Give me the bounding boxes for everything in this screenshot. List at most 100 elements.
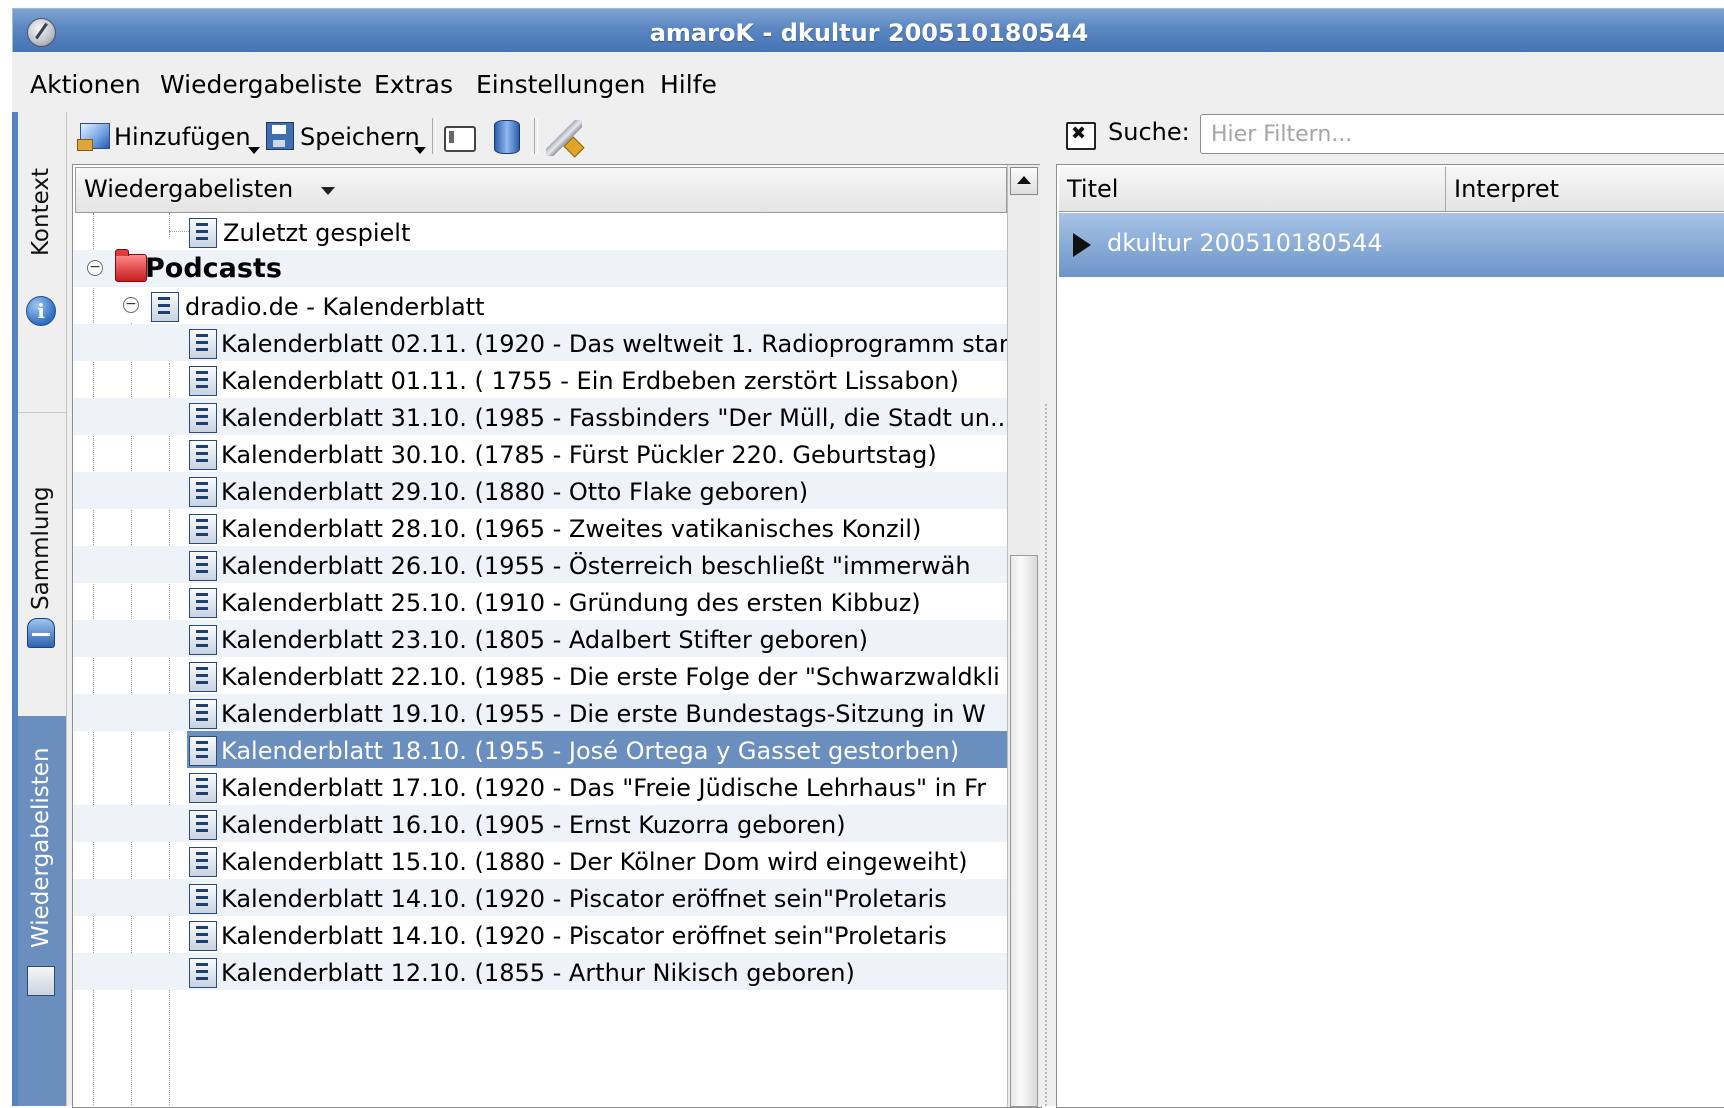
podcast-episode-icon bbox=[189, 699, 217, 729]
menu-hilfe[interactable]: Hilfe bbox=[660, 70, 717, 99]
episode-label: Kalenderblatt 14.10. (1920 - Piscator er… bbox=[221, 885, 947, 913]
podcast-episode-icon bbox=[189, 514, 217, 544]
episode-label: Kalenderblatt 29.10. (1880 - Otto Flake … bbox=[221, 478, 809, 506]
save-button-label: Speichern bbox=[300, 123, 420, 151]
podcast-episode-icon bbox=[189, 773, 217, 803]
podcast-episode[interactable]: Kalenderblatt 28.10. (1965 - Zweites vat… bbox=[73, 509, 1007, 546]
episode-label: Kalenderblatt 18.10. (1955 - José Ortega… bbox=[221, 737, 960, 765]
clear-filter-icon[interactable] bbox=[1066, 122, 1096, 150]
podcast-episode[interactable]: Kalenderblatt 23.10. (1805 - Adalbert St… bbox=[73, 620, 1007, 657]
playlist-track-title: dkultur 200510180544 bbox=[1107, 229, 1383, 257]
podcast-channel-icon bbox=[151, 292, 179, 322]
podcast-episode[interactable]: Kalenderblatt 02.11. (1920 - Das weltwei… bbox=[73, 324, 1007, 361]
tab-wiedergabelisten[interactable]: Wiedergabelisten bbox=[18, 716, 66, 1106]
tree-item-label: dradio.de - Kalenderblatt bbox=[185, 293, 485, 321]
toolbar-separator bbox=[534, 118, 538, 154]
info-icon: i bbox=[26, 296, 56, 326]
episode-label: Kalenderblatt 16.10. (1905 - Ernst Kuzor… bbox=[221, 811, 846, 839]
tab-kontext-label: Kontext bbox=[28, 168, 54, 256]
episode-label: Kalenderblatt 19.10. (1955 - Die erste B… bbox=[221, 700, 986, 728]
podcast-episode-icon bbox=[189, 847, 217, 877]
episode-label: Kalenderblatt 30.10. (1785 - Fürst Pückl… bbox=[221, 441, 937, 469]
scrollbar-thumb[interactable] bbox=[1010, 555, 1038, 1107]
podcast-episode[interactable]: Kalenderblatt 26.10. (1955 - Österreich … bbox=[73, 546, 1007, 583]
tree-item-label: Zuletzt gespielt bbox=[223, 219, 411, 247]
podcast-episode[interactable]: Kalenderblatt 16.10. (1905 - Ernst Kuzor… bbox=[73, 805, 1007, 842]
podcast-episode[interactable]: Kalenderblatt 22.10. (1985 - Die erste F… bbox=[73, 657, 1007, 694]
database-icon[interactable] bbox=[494, 120, 520, 154]
panel-splitter[interactable] bbox=[1040, 164, 1054, 1106]
tree-connector bbox=[169, 231, 189, 232]
podcast-episode[interactable]: Kalenderblatt 30.10. (1785 - Fürst Pückl… bbox=[73, 435, 1007, 472]
smart-playlist-icon bbox=[189, 218, 217, 248]
podcast-episode-icon bbox=[189, 921, 217, 951]
tree-item-podcast-feed[interactable]: − dradio.de - Kalenderblatt bbox=[73, 287, 1007, 324]
view-mode-icon[interactable] bbox=[444, 126, 476, 152]
play-indicator-icon bbox=[1073, 233, 1091, 257]
collapse-icon[interactable]: − bbox=[123, 297, 139, 313]
menu-bar: Aktionen Wiedergabeliste Extras Einstell… bbox=[12, 52, 1724, 112]
column-header-artist[interactable]: Interpret bbox=[1446, 167, 1724, 211]
podcast-episode[interactable]: Kalenderblatt 14.10. (1920 - Piscator er… bbox=[73, 879, 1007, 916]
episode-label: Kalenderblatt 02.11. (1920 - Das weltwei… bbox=[221, 330, 1007, 358]
podcast-episode-icon bbox=[189, 551, 217, 581]
menu-extras[interactable]: Extras bbox=[374, 70, 453, 99]
save-button[interactable]: Speichern bbox=[266, 118, 426, 156]
podcast-episode-icon bbox=[189, 884, 217, 914]
add-dropdown-arrow-icon[interactable] bbox=[248, 147, 260, 154]
podcast-episode-icon bbox=[189, 366, 217, 396]
episode-label: Kalenderblatt 22.10. (1985 - Die erste F… bbox=[221, 663, 1000, 691]
podcast-episode[interactable]: Kalenderblatt 14.10. (1920 - Piscator er… bbox=[73, 916, 1007, 953]
podcast-episode-icon bbox=[189, 625, 217, 655]
podcast-episode-selected[interactable]: Kalenderblatt 18.10. (1955 - José Ortega… bbox=[73, 731, 1007, 768]
tab-sammlung[interactable]: Sammlung bbox=[18, 412, 66, 717]
add-button-label: Hinzufügen bbox=[114, 123, 251, 151]
tree-item-podcasts[interactable]: − Podcasts bbox=[73, 249, 1007, 287]
column-header-title[interactable]: Titel bbox=[1059, 167, 1446, 211]
tree-item-label: Podcasts bbox=[145, 253, 282, 284]
menu-einstellungen[interactable]: Einstellungen bbox=[476, 70, 645, 99]
add-button[interactable]: Hinzufügen bbox=[77, 118, 260, 156]
playlist-row-current[interactable]: dkultur 200510180544 bbox=[1059, 213, 1724, 277]
playlist-header: Titel Interpret bbox=[1059, 167, 1724, 212]
collapse-icon[interactable]: − bbox=[87, 260, 103, 276]
podcast-episode[interactable]: Kalenderblatt 25.10. (1910 - Gründung de… bbox=[73, 583, 1007, 620]
podcast-episode[interactable]: Kalenderblatt 15.10. (1880 - Der Kölner … bbox=[73, 842, 1007, 879]
podcast-episode-icon bbox=[189, 440, 217, 470]
podcast-episode[interactable]: Kalenderblatt 01.11. ( 1755 - Ein Erdbeb… bbox=[73, 361, 1007, 398]
tree-item-recently-played[interactable]: Zuletzt gespielt bbox=[73, 213, 1007, 250]
scroll-up-arrow-icon[interactable] bbox=[1010, 167, 1038, 195]
search-input[interactable] bbox=[1200, 114, 1724, 154]
menu-wiedergabeliste[interactable]: Wiedergabeliste bbox=[160, 70, 362, 99]
browser-scrollbar[interactable] bbox=[1007, 165, 1040, 1107]
episode-label: Kalenderblatt 17.10. (1920 - Das "Freie … bbox=[221, 774, 987, 802]
podcast-episode-icon bbox=[189, 403, 217, 433]
tab-kontext[interactable]: Kontext i bbox=[18, 112, 66, 413]
add-icon bbox=[77, 123, 110, 151]
podcast-episode-icon bbox=[189, 662, 217, 692]
configure-wrench-icon[interactable] bbox=[546, 120, 582, 156]
title-bar[interactable]: amaroK - dkultur 200510180544 bbox=[12, 8, 1724, 53]
save-dropdown-arrow-icon[interactable] bbox=[414, 147, 426, 154]
episode-label: Kalenderblatt 14.10. (1920 - Piscator er… bbox=[221, 922, 947, 950]
playlist-icon bbox=[27, 966, 55, 996]
save-icon bbox=[266, 122, 294, 150]
menu-aktionen[interactable]: Aktionen bbox=[30, 70, 141, 99]
browser-toolbar: Hinzufügen Speichern bbox=[76, 112, 1036, 162]
podcast-folder-icon bbox=[115, 249, 147, 282]
podcast-episode[interactable]: Kalenderblatt 31.10. (1985 - Fassbinders… bbox=[73, 398, 1007, 435]
podcast-episode-icon bbox=[189, 477, 217, 507]
chevron-down-icon[interactable] bbox=[321, 187, 335, 195]
podcast-episode-icon bbox=[189, 958, 217, 988]
episode-label: Kalenderblatt 28.10. (1965 - Zweites vat… bbox=[221, 515, 922, 543]
current-playlist: Titel Interpret dkultur 200510180544 bbox=[1056, 164, 1724, 1108]
browser-view-selector[interactable]: Wiedergabelisten bbox=[75, 167, 1007, 213]
side-tab-bar: Kontext i Sammlung Wiedergabelisten bbox=[18, 112, 67, 1106]
podcast-episode[interactable]: Kalenderblatt 17.10. (1920 - Das "Freie … bbox=[73, 768, 1007, 805]
podcast-episode[interactable]: Kalenderblatt 12.10. (1855 - Arthur Niki… bbox=[73, 953, 1007, 990]
window-title: amaroK - dkultur 200510180544 bbox=[649, 19, 1089, 47]
podcast-episode-icon bbox=[189, 736, 217, 766]
podcast-episode[interactable]: Kalenderblatt 19.10. (1955 - Die erste B… bbox=[73, 694, 1007, 731]
podcast-episode[interactable]: Kalenderblatt 29.10. (1880 - Otto Flake … bbox=[73, 472, 1007, 509]
tab-sammlung-label: Sammlung bbox=[28, 486, 54, 610]
